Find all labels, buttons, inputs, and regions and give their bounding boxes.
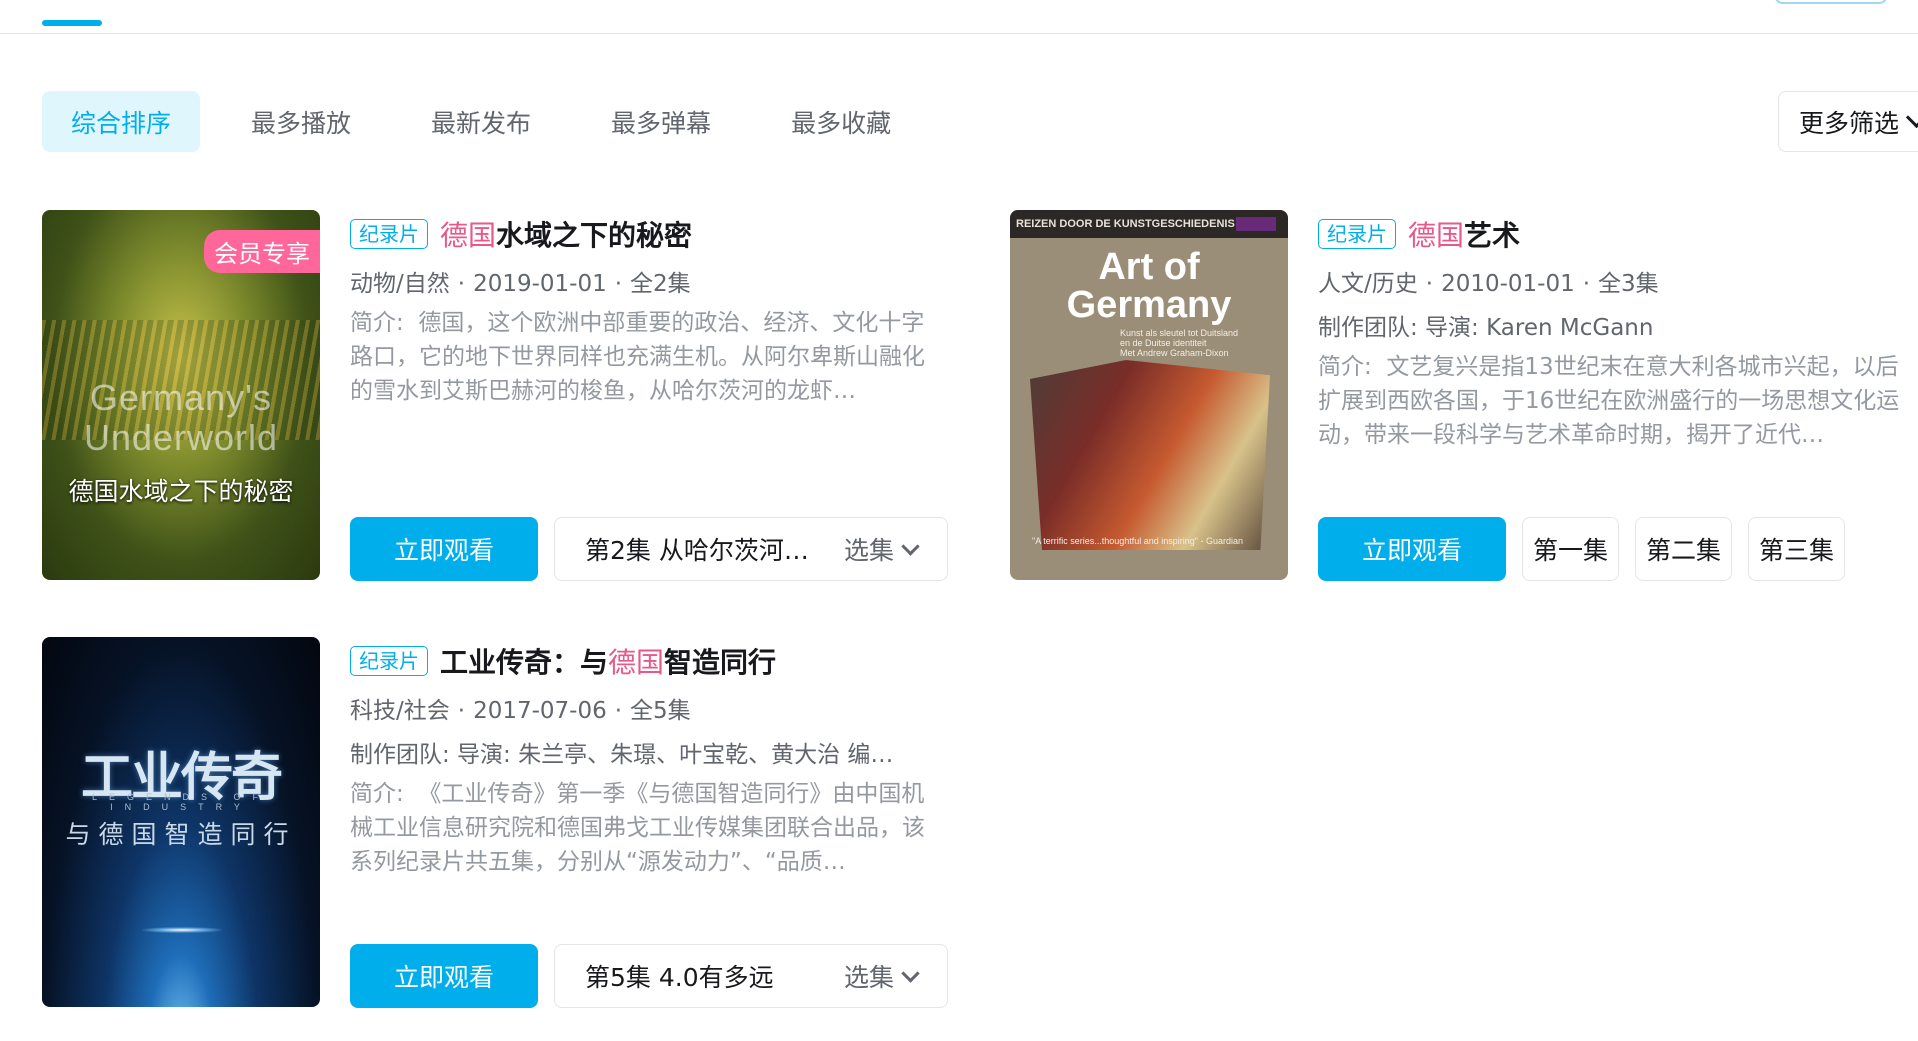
desc-text: 《工业传奇》第一季《与德国智造同行》由中国机械工业信息研究院和德国弗戈工业传媒集… — [350, 781, 925, 875]
type-tag: 纪录片 — [1318, 219, 1396, 249]
episode-count: 全5集 — [630, 698, 691, 724]
episode-count: 全3集 — [1598, 271, 1659, 297]
title-text: 艺术 — [1464, 219, 1521, 252]
current-episode: 第5集 4.0有多远 — [585, 963, 774, 992]
type-tag: 纪录片 — [350, 219, 428, 249]
cover-image[interactable]: 工业传奇 LEGENDS OF INDUSTRY 与德国智造同行 — [42, 637, 320, 1007]
media-card-2: REIZEN DOOR DE KUNSTGESCHIEDENIS Art of … — [1010, 210, 1910, 581]
cover-title: Art of Germany — [1010, 238, 1288, 324]
title-text: 智造同行 — [664, 646, 777, 679]
card-title[interactable]: 工业传奇：与德国智造同行 — [440, 641, 776, 681]
title-text: 水域之下的秘密 — [496, 219, 693, 252]
cover-en-line1: Germany's — [90, 377, 272, 418]
cover-subtitle: Kunst als sleutel tot Duitsland en de Du… — [1120, 328, 1240, 358]
desc-label: 简介: — [1318, 354, 1372, 380]
category: 人文/历史 — [1318, 271, 1418, 297]
search-box-edge[interactable] — [1774, 0, 1888, 4]
card-actions: 立即观看 第5集 4.0有多远 选集 — [350, 944, 948, 1008]
earth-glow — [142, 927, 222, 933]
card-actions: 立即观看 第2集 从哈尔茨河… 选集 — [350, 517, 948, 581]
sort-tab-most-played[interactable]: 最多播放 — [222, 91, 380, 152]
chevron-down-icon — [901, 963, 920, 983]
cover-image[interactable]: Germany's Underworld 德国水域之下的秘密 会员专享 — [42, 210, 320, 580]
card-info: 纪录片 德国艺术 人文/历史 · 2010-01-01 · 全3集 制作团队: 导演: … — [1318, 210, 1918, 452]
cover-title-line1: Art of — [1098, 246, 1200, 288]
description: 简介: 德国，这个欧洲中部重要的政治、经济、文化十字路口，它的地下世界同样也充满… — [350, 306, 945, 408]
description: 简介: 文艺复兴是指13世纪末在意大利各城市兴起，以后扩展到西欧各国，于16世纪… — [1318, 350, 1913, 452]
release-date: 2017-07-06 — [473, 698, 607, 724]
sort-tab-newest[interactable]: 最新发布 — [402, 91, 560, 152]
cover-author: Met Andrew Graham-Dixon — [1120, 348, 1229, 358]
watch-now-button[interactable]: 立即观看 — [350, 944, 538, 1008]
cover-english-subtitle: LEGENDS OF INDUSTRY — [91, 792, 270, 812]
card-title[interactable]: 德国艺术 — [1408, 214, 1520, 254]
meta-line: 科技/社会 · 2017-07-06 · 全5集 — [350, 698, 691, 724]
select-label: 选集 — [843, 963, 894, 992]
category: 科技/社会 — [350, 698, 450, 724]
production-team: 制作团队: 导演: Karen McGann — [1318, 315, 1654, 341]
cover-image[interactable]: REIZEN DOOR DE KUNSTGESCHIEDENIS Art of … — [1010, 210, 1288, 580]
cover-english-title: Germany's Underworld — [42, 378, 320, 458]
desc-label: 简介: — [350, 781, 404, 807]
episode-selector[interactable]: 第5集 4.0有多远 选集 — [554, 944, 948, 1008]
select-label: 选集 — [843, 536, 894, 565]
production-team: 制作团队: 导演: 朱兰亭、朱璟、叶宝乾、黄大治 编… — [350, 742, 894, 768]
meta-line: 人文/历史 · 2010-01-01 · 全3集 — [1318, 271, 1659, 297]
select-episode: 选集 — [843, 531, 920, 567]
title-prefix: 工业传奇：与 — [440, 646, 609, 679]
description: 简介: 《工业传奇》第一季《与德国智造同行》由中国机械工业信息研究院和德国弗戈工… — [350, 777, 945, 879]
card-info: 纪录片 德国水域之下的秘密 动物/自然 · 2019-01-01 · 全2集 简介: 德… — [350, 210, 950, 408]
release-date: 2010-01-01 — [1441, 271, 1575, 297]
current-episode: 第2集 从哈尔茨河… — [585, 536, 809, 565]
sort-tab-comprehensive[interactable]: 综合排序 — [42, 91, 201, 152]
episode-button-2[interactable]: 第二集 — [1635, 517, 1733, 581]
cover-artwork — [1030, 360, 1270, 550]
card-actions: 立即观看 第一集 第二集 第三集 — [1318, 517, 1846, 581]
select-episode: 选集 — [843, 958, 920, 994]
cover-chinese-title: 德国水域之下的秘密 — [68, 477, 294, 506]
media-card-1: Germany's Underworld 德国水域之下的秘密 会员专享 纪录片 … — [42, 210, 948, 581]
watch-now-button[interactable]: 立即观看 — [350, 517, 538, 581]
desc-text: 德国，这个欧洲中部重要的政治、经济、文化十字路口，它的地下世界同样也充满生机。从… — [350, 310, 925, 404]
cover-en-line2: Underworld — [83, 417, 279, 458]
cover-title-line2: Germany — [1066, 284, 1232, 326]
episode-button-1[interactable]: 第一集 — [1522, 517, 1620, 581]
cover-sub-text: Kunst als sleutel tot Duitsland en de Du… — [1120, 328, 1239, 348]
desc-label: 简介: — [350, 310, 404, 336]
episode-button-3[interactable]: 第三集 — [1748, 517, 1846, 581]
cover-quote: "A terrific series...thoughtful and insp… — [1032, 536, 1243, 546]
bbc-logo — [1236, 217, 1276, 231]
title-highlight: 德国 — [608, 646, 665, 679]
chevron-down-icon — [1905, 106, 1918, 129]
watch-now-button[interactable]: 立即观看 — [1318, 517, 1506, 581]
cover-chinese-subtitle: 与德国智造同行 — [65, 820, 297, 849]
more-filter-label: 更多筛选 — [1799, 108, 1900, 138]
desc-text: 文艺复兴是指13世纪末在意大利各城市兴起，以后扩展到西欧各国，于16世纪在欧洲盛… — [1318, 354, 1900, 448]
title-highlight: 德国 — [1408, 219, 1465, 252]
episode-selector[interactable]: 第2集 从哈尔茨河… 选集 — [554, 517, 948, 581]
media-card-3: 工业传奇 LEGENDS OF INDUSTRY 与德国智造同行 纪录片 工业传… — [42, 637, 948, 1008]
chevron-down-icon — [901, 536, 920, 556]
active-tab-indicator — [42, 20, 102, 26]
more-filter-button[interactable]: 更多筛选 — [1778, 91, 1918, 152]
title-highlight: 德国 — [440, 219, 497, 252]
release-date: 2019-01-01 — [473, 271, 607, 297]
sort-tab-most-favorited[interactable]: 最多收藏 — [762, 91, 920, 152]
vip-badge: 会员专享 — [204, 230, 320, 273]
sort-tab-most-danmaku[interactable]: 最多弹幕 — [582, 91, 740, 152]
card-title[interactable]: 德国水域之下的秘密 — [440, 214, 692, 254]
sort-tabs: 综合排序 最多播放 最新发布 最多弹幕 最多收藏 — [42, 91, 942, 152]
meta-line: 动物/自然 · 2019-01-01 · 全2集 — [350, 271, 691, 297]
card-info: 纪录片 工业传奇：与德国智造同行 科技/社会 · 2017-07-06 · 全5集 制作… — [350, 637, 950, 879]
category: 动物/自然 — [350, 271, 450, 297]
type-tag: 纪录片 — [350, 646, 428, 676]
episode-count: 全2集 — [630, 271, 691, 297]
top-tab-bar — [0, 0, 1918, 34]
